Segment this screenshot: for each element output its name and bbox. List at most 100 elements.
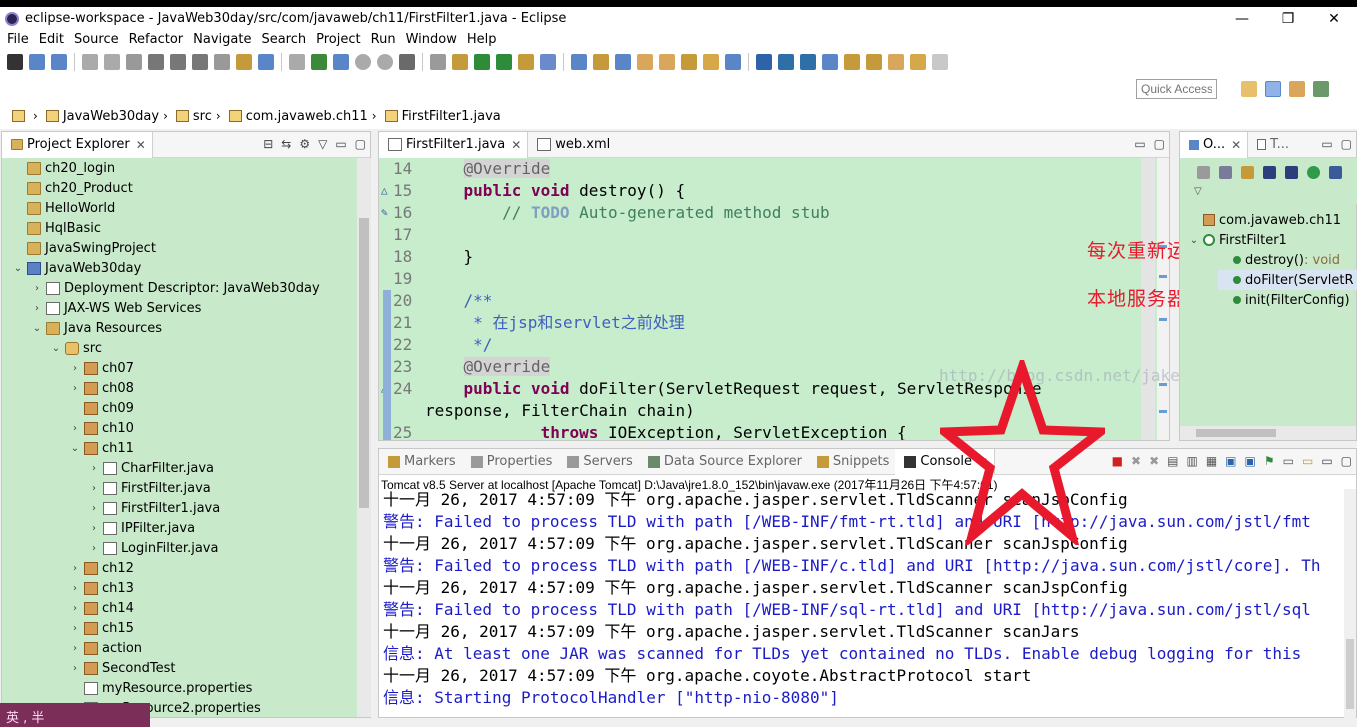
- tree-item[interactable]: › ch10: [69, 418, 134, 438]
- breadcrumb-item[interactable]: FirstFilter1.java: [402, 109, 501, 124]
- tree-item[interactable]: › ch12: [69, 558, 134, 578]
- tree-item[interactable]: ⌄ ch11: [69, 438, 134, 458]
- breadcrumb-item[interactable]: JavaWeb30day: [63, 109, 159, 124]
- show-on-stderr-icon[interactable]: ▣: [1245, 454, 1256, 468]
- disconnect-icon[interactable]: [148, 54, 164, 70]
- close-icon[interactable]: ✕: [511, 138, 521, 152]
- tree-item[interactable]: ch20_login: [12, 158, 115, 178]
- toggle-breadcrumb-icon[interactable]: [518, 54, 534, 70]
- hide-static-icon[interactable]: [1263, 166, 1276, 179]
- ruler-mark[interactable]: [1159, 410, 1167, 413]
- menu-run[interactable]: Run: [366, 32, 401, 47]
- tree-item[interactable]: ⌄ Java Resources: [31, 318, 162, 338]
- globe-icon[interactable]: [844, 54, 860, 70]
- expand-toggle-icon[interactable]: ›: [69, 563, 81, 574]
- collapse-all-icon[interactable]: ⊟: [263, 137, 273, 151]
- expand-toggle-icon[interactable]: ›: [88, 543, 100, 554]
- more-icon[interactable]: [932, 54, 948, 70]
- expand-toggle-icon[interactable]: ›: [69, 623, 81, 634]
- navigate-back-icon[interactable]: [888, 54, 904, 70]
- expand-toggle-icon[interactable]: ›: [69, 383, 81, 394]
- outline-item[interactable]: com.javaweb.ch11: [1188, 210, 1341, 230]
- scrollbar-thumb[interactable]: [359, 218, 369, 508]
- tab-servers[interactable]: Servers: [558, 449, 638, 475]
- tree-item[interactable]: JavaSwingProject: [12, 238, 156, 258]
- tree-item[interactable]: myResource.properties: [69, 678, 252, 698]
- paragraph-icon[interactable]: [822, 54, 838, 70]
- breadcrumb-item[interactable]: src: [193, 109, 212, 124]
- maximize-view-icon[interactable]: ▢: [1341, 454, 1352, 468]
- tab-data-source-explorer[interactable]: Data Source Explorer: [639, 449, 808, 475]
- expand-toggle-icon[interactable]: ›: [31, 303, 43, 314]
- step-into-icon[interactable]: [170, 54, 186, 70]
- minimize-view-icon[interactable]: ▭: [335, 137, 346, 151]
- tab-properties[interactable]: Properties: [462, 449, 559, 475]
- console-scrollbar[interactable]: [1344, 489, 1356, 719]
- tree-item[interactable]: › FirstFilter.java: [88, 478, 211, 498]
- pin-console-icon[interactable]: ⚑: [1264, 454, 1275, 468]
- tree-item[interactable]: › ch13: [69, 578, 134, 598]
- outline-item[interactable]: doFilter(ServletR: [1218, 270, 1357, 290]
- search-icon[interactable]: [496, 54, 512, 70]
- tree-item[interactable]: › ch15: [69, 618, 134, 638]
- sort-icon[interactable]: [1219, 166, 1232, 179]
- expand-toggle-icon[interactable]: ›: [69, 663, 81, 674]
- editor-tab[interactable]: web.xml: [528, 132, 616, 158]
- menu-window[interactable]: Window: [401, 32, 462, 47]
- scroll-lock-icon[interactable]: ▥: [1186, 454, 1197, 468]
- expand-toggle-icon[interactable]: ›: [88, 483, 100, 494]
- view-menu-icon[interactable]: ▽: [318, 137, 327, 151]
- hide-nonpublic-icon[interactable]: [1285, 166, 1298, 179]
- menu-search[interactable]: Search: [256, 32, 311, 47]
- previous-annotation-icon[interactable]: [659, 54, 675, 70]
- expand-toggle-icon[interactable]: ⌄: [69, 443, 81, 454]
- tree-item[interactable]: ch20_Product: [12, 178, 133, 198]
- debug-icon[interactable]: [355, 54, 371, 70]
- tree-item[interactable]: ch09: [69, 398, 134, 418]
- new-java-project-icon[interactable]: [430, 54, 446, 70]
- remove-launch-icon[interactable]: ✖: [1131, 454, 1141, 468]
- expand-toggle-icon[interactable]: ›: [88, 523, 100, 534]
- override-marker-icon[interactable]: △: [381, 184, 388, 197]
- clear-console-icon[interactable]: ▤: [1167, 454, 1178, 468]
- expand-toggle-icon[interactable]: ⌄: [50, 343, 62, 354]
- server-icon[interactable]: [399, 54, 415, 70]
- expand-toggle-icon[interactable]: ›: [31, 283, 43, 294]
- menu-refactor[interactable]: Refactor: [124, 32, 189, 47]
- run-icon[interactable]: [377, 54, 393, 70]
- menu-source[interactable]: Source: [69, 32, 124, 47]
- close-icon[interactable]: ✕: [1231, 138, 1241, 152]
- drop-frame-icon[interactable]: [236, 54, 252, 70]
- tree-item[interactable]: › CharFilter.java: [88, 458, 214, 478]
- open-console-icon[interactable]: ▭: [1302, 454, 1313, 468]
- display-console-icon[interactable]: ▭: [1283, 454, 1294, 468]
- tree-item[interactable]: › IPFilter.java: [88, 518, 195, 538]
- step-return-icon[interactable]: [214, 54, 230, 70]
- link-with-editor-icon[interactable]: [1329, 166, 1342, 179]
- hide-local-icon[interactable]: [1307, 166, 1320, 179]
- menu-navigate[interactable]: Navigate: [188, 32, 256, 47]
- override-marker-icon[interactable]: ✎: [381, 206, 388, 219]
- tree-item[interactable]: › FirstFilter1.java: [88, 498, 220, 518]
- tree-item[interactable]: › Deployment Descriptor: JavaWeb30day: [31, 278, 320, 298]
- java-perspective-icon[interactable]: [1289, 81, 1305, 97]
- pin-icon[interactable]: [7, 54, 23, 70]
- step-over-icon[interactable]: [192, 54, 208, 70]
- minimize-view-icon[interactable]: ▭: [1321, 454, 1332, 468]
- tab-snippets[interactable]: Snippets: [808, 449, 895, 475]
- outline-item[interactable]: destroy() : void: [1218, 250, 1340, 270]
- outline-hscrollbar[interactable]: [1180, 426, 1356, 440]
- save-icon[interactable]: [29, 54, 45, 70]
- hide-fields-icon[interactable]: [1241, 166, 1254, 179]
- remove-all-icon[interactable]: ✖: [1149, 454, 1159, 468]
- filter-icon[interactable]: ⚙: [299, 137, 310, 151]
- debug-perspective-icon[interactable]: [1313, 81, 1329, 97]
- minimize-view-icon[interactable]: ▭: [1321, 137, 1332, 151]
- expand-toggle-icon[interactable]: ›: [69, 643, 81, 654]
- stop-icon[interactable]: [126, 54, 142, 70]
- show-whitespace-icon[interactable]: [778, 54, 794, 70]
- select-icon[interactable]: [51, 54, 67, 70]
- collapse-all-icon[interactable]: [1197, 166, 1210, 179]
- ruler-mark[interactable]: [1159, 275, 1167, 278]
- expand-toggle-icon[interactable]: ⌄: [12, 263, 24, 274]
